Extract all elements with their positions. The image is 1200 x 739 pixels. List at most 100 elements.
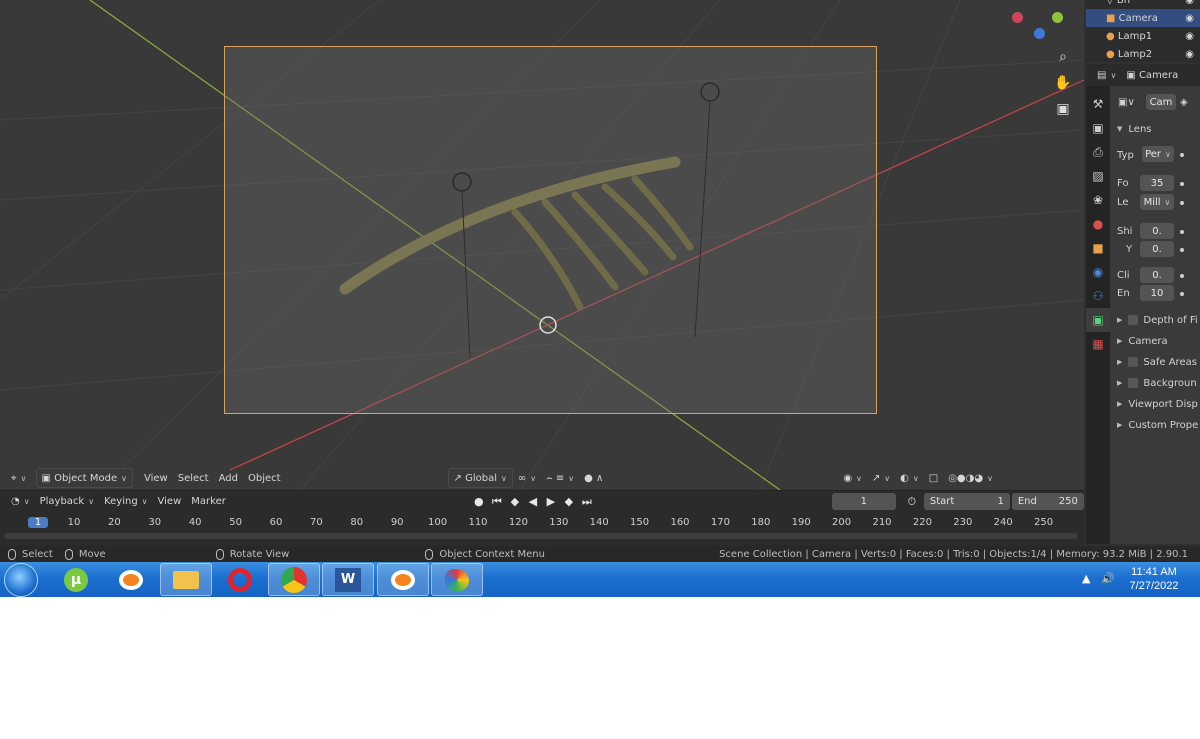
safe-areas-checkbox[interactable] [1128, 357, 1139, 367]
keying-menu[interactable]: Keying ∨ [99, 492, 152, 512]
outliner-item-bh[interactable]: ▽ Bh ◉ [1086, 0, 1200, 9]
end-frame-field[interactable]: End 250 [1011, 493, 1084, 510]
eye-icon[interactable]: ◉ [1185, 49, 1194, 60]
viewport-display-panel[interactable]: ▶ Viewport Disp [1110, 395, 1200, 413]
camera-data-tab-icon[interactable]: ▣ [1086, 308, 1110, 332]
gizmo-z-dot[interactable] [1034, 28, 1045, 39]
opera-icon[interactable] [214, 563, 266, 596]
3d-viewport[interactable]: ⌕ ✋ ▣ ⌖ ∨ ▣ Object Mode ∨ View Select Add … [0, 0, 1084, 490]
camera-panel[interactable]: ▶ Camera [1110, 332, 1200, 350]
camera-type-select[interactable]: Per ∨ [1142, 146, 1174, 162]
output-tab-icon[interactable]: ⎙ [1086, 140, 1110, 164]
jump-end-icon[interactable]: ⏭ [579, 494, 595, 510]
show-hidden-icons[interactable]: ▲ [1082, 572, 1090, 585]
paint-icon[interactable] [431, 563, 483, 596]
file-explorer-icon[interactable] [160, 563, 212, 596]
volume-icon[interactable]: 🔊 [1101, 572, 1115, 585]
zoom-icon[interactable]: ⌕ [1052, 46, 1074, 68]
background-checkbox[interactable] [1128, 378, 1139, 388]
lens-panel-header[interactable]: ▼ Lens [1110, 120, 1200, 138]
timeline-editor-icon[interactable]: ◔ ∨ [6, 492, 35, 512]
outliner-item-lamp2[interactable]: ● Lamp2 ◉ [1086, 45, 1200, 63]
safe-areas-panel[interactable]: ▶ Safe Areas [1110, 353, 1200, 371]
animate-dot[interactable] [1180, 153, 1184, 157]
current-frame-field[interactable]: 1 [831, 493, 896, 510]
editor-type-icon[interactable]: ⌖ ∨ [6, 468, 32, 488]
texture-tab-icon[interactable]: ▦ [1086, 332, 1110, 356]
blender-icon[interactable] [105, 563, 157, 596]
camera-data-icon[interactable]: ▣∨ [1118, 97, 1135, 108]
outliner-item-lamp1[interactable]: ● Lamp1 ◉ [1086, 27, 1200, 45]
menu-view[interactable]: View [139, 468, 173, 488]
overlay-icon[interactable]: ◐ ∨ [895, 468, 924, 488]
menu-select[interactable]: Select [173, 468, 214, 488]
animate-dot[interactable] [1180, 292, 1184, 296]
snap-icon[interactable]: ⌢ ≡ ∨ [541, 468, 579, 488]
menu-add[interactable]: Add [214, 468, 243, 488]
clip-end-field[interactable]: 10 [1140, 285, 1174, 301]
view-layer-tab-icon[interactable]: ▨ [1086, 164, 1110, 188]
animate-dot[interactable] [1180, 182, 1184, 186]
next-keyframe-icon[interactable]: ◆ [561, 494, 577, 510]
timeline-view-menu[interactable]: View [153, 492, 187, 512]
properties-editor-icon[interactable]: ▤ ∨ [1092, 65, 1121, 85]
creature-model[interactable] [225, 47, 876, 413]
animate-dot[interactable] [1180, 230, 1184, 234]
background-images-panel[interactable]: ▶ Backgroun [1110, 374, 1200, 392]
prev-keyframe-icon[interactable]: ◆ [507, 494, 523, 510]
dof-checkbox[interactable] [1128, 315, 1139, 325]
start-frame-field[interactable]: Start 1 [923, 493, 1010, 510]
blender-icon[interactable] [377, 563, 429, 596]
word-icon[interactable]: W [322, 563, 374, 596]
gizmo-x-dot[interactable] [1012, 12, 1023, 23]
clock[interactable]: 11:41 AM 7/27/2022 [1124, 565, 1184, 593]
timeline-scrollbar[interactable] [4, 533, 1078, 539]
utorrent-icon[interactable]: µ [50, 563, 102, 596]
stopwatch-icon[interactable]: ⏱ [904, 494, 920, 510]
mode-select[interactable]: ▣ Object Mode ∨ [35, 468, 133, 488]
gizmo-y-dot[interactable] [1052, 12, 1063, 23]
fake-user-icon[interactable]: ◈ [1180, 97, 1188, 108]
start-button[interactable] [4, 563, 38, 597]
constraints-tab-icon[interactable]: ⚇ [1086, 284, 1110, 308]
camera-view-icon[interactable]: ▣ [1052, 98, 1074, 120]
shift-x-field[interactable]: 0. [1140, 223, 1174, 239]
animate-dot[interactable] [1180, 201, 1184, 205]
playhead-frame[interactable]: 1 [28, 517, 48, 528]
animate-dot[interactable] [1180, 274, 1184, 278]
play-reverse-icon[interactable]: ◀ [525, 494, 541, 510]
pivot-icon[interactable]: ∞ ∨ [513, 468, 541, 488]
menu-object[interactable]: Object [243, 468, 286, 488]
outliner-item-camera[interactable]: ■ Camera ◉ [1086, 9, 1200, 27]
playback-menu[interactable]: Playback ∨ [35, 492, 99, 512]
world-tab-icon[interactable]: ● [1086, 212, 1110, 236]
depth-of-field-panel[interactable]: ▶ Depth of Fi [1110, 311, 1200, 329]
jump-start-icon[interactable]: ⏮ [489, 494, 505, 510]
shading-mode-icons[interactable]: ◎●◑◕ ∨ [943, 468, 998, 488]
eye-icon[interactable]: ◉ [1185, 13, 1194, 24]
clip-start-field[interactable]: 0. [1140, 267, 1174, 283]
gizmo-toggle-icon[interactable]: ↗ ∨ [867, 468, 895, 488]
timeline-ruler[interactable]: 1 10 20 30 40 50 60 70 80 90 100 110 120 130 140 150 160… [0, 512, 1084, 546]
object-tab-icon[interactable]: ■ [1086, 236, 1110, 260]
render-tab-icon[interactable]: ▣ [1086, 116, 1110, 140]
physics-tab-icon[interactable]: ◉ [1086, 260, 1110, 284]
record-icon[interactable]: ● [471, 494, 487, 510]
scene-tab-icon[interactable]: ❀ [1086, 188, 1110, 212]
shift-y-field[interactable]: 0. [1140, 241, 1174, 257]
pan-hand-icon[interactable]: ✋ [1052, 72, 1074, 94]
visibility-icon[interactable]: ◉ ∨ [838, 468, 867, 488]
custom-properties-panel[interactable]: ▶ Custom Prope [1110, 416, 1200, 434]
tool-tab-icon[interactable]: ⚒ [1086, 92, 1110, 116]
eye-icon[interactable]: ◉ [1185, 0, 1194, 6]
play-icon[interactable]: ▶ [543, 494, 559, 510]
xray-icon[interactable]: □ [924, 468, 943, 488]
transform-orientation-select[interactable]: ↗ Global ∨ [447, 468, 513, 488]
lens-unit-select[interactable]: Mill ∨ [1140, 194, 1174, 210]
proportional-editing-icon[interactable]: ● ∧ [579, 468, 608, 488]
animate-dot[interactable] [1180, 248, 1184, 252]
camera-data-name-field[interactable]: Cam [1146, 94, 1176, 110]
marker-menu[interactable]: Marker [186, 492, 231, 512]
eye-icon[interactable]: ◉ [1185, 31, 1194, 42]
chrome-icon[interactable] [268, 563, 320, 596]
